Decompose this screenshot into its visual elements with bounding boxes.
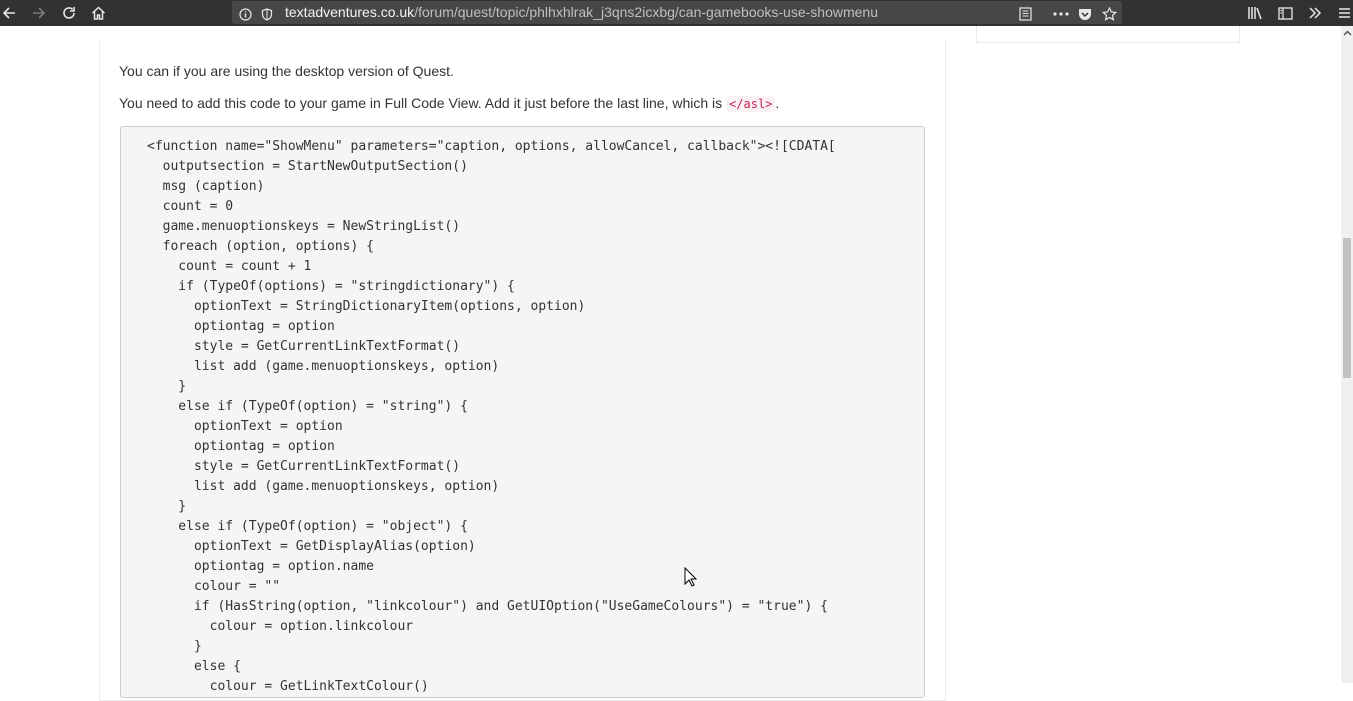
instruction-text: You need to add this code to your game i… [119,95,727,111]
code-line: else { [147,659,241,674]
forward-arrow-icon[interactable] [30,0,48,26]
code-content: <function name="ShowMenu" parameters="ca… [147,137,836,697]
code-line: msg (caption) [147,179,265,194]
code-line: } [147,499,187,514]
code-line: count = 0 [147,199,234,214]
code-line: optionText = option [147,419,343,434]
scrollbar-thumb[interactable] [1343,238,1351,378]
code-block: <function name="ShowMenu" parameters="ca… [120,126,925,698]
code-line: game.menuoptionskeys = NewStringList() [147,219,461,234]
code-line: list add (game.menuoptionskeys, option) [147,479,500,494]
reader-view-icon[interactable] [1017,1,1033,27]
post-paragraph-instructions: You need to add this code to your game i… [119,95,780,112]
code-line: optionText = GetDisplayAlias(option) [147,539,476,554]
code-line: else if (TypeOf(option) = "object") { [147,519,468,534]
code-line: style = GetCurrentLinkTextFormat() [147,339,461,354]
code-line: } [147,379,187,394]
code-line: list add (game.menuoptionskeys, option) [147,359,500,374]
code-line: colour = "" [147,579,281,594]
sidebar-panel [976,26,1240,43]
back-arrow-icon[interactable] [0,0,18,26]
scroll-up-arrow-icon[interactable] [1341,30,1353,42]
code-line: outputsection = StartNewOutputSection() [147,159,468,174]
code-line: optiontag = option.name [147,559,374,574]
code-line: optionText = StringDictionaryItem(option… [147,299,586,314]
more-actions-icon[interactable] [1052,1,1070,27]
home-icon[interactable] [89,0,107,26]
code-line: <function name="ShowMenu" parameters="ca… [147,139,836,154]
inline-code: </asl> [726,96,776,112]
code-line: if (HasString(option, "linkcolour") and … [147,599,828,614]
overflow-chevrons-icon[interactable] [1306,0,1324,26]
browser-toolbar: textadventures.co.uk/forum/quest/topic/p… [0,0,1353,26]
code-line: foreach (option, options) { [147,239,374,254]
bookmark-star-icon[interactable] [1101,1,1117,27]
code-line: } [147,639,202,654]
code-line: optiontag = option [147,439,335,454]
code-line: style = GetCurrentLinkTextFormat() [147,459,461,474]
code-line: colour = option.linkcolour [147,619,414,634]
code-line: optiontag = option [147,319,335,334]
page-scrollbar[interactable] [1341,26,1353,683]
reload-icon[interactable] [60,0,78,26]
code-line: if (TypeOf(options) = "stringdictionary"… [147,279,515,294]
url-text[interactable]: textadventures.co.uk/forum/quest/topic/p… [285,1,878,24]
address-bar[interactable]: textadventures.co.uk/forum/quest/topic/p… [232,1,1122,24]
library-icon[interactable] [1246,0,1264,26]
url-host: textadventures.co.uk [285,4,415,20]
code-line: else if (TypeOf(option) = "string") { [147,399,468,414]
code-line: count = count + 1 [147,259,312,274]
code-line: colour = GetLinkTextColour() [147,679,429,694]
instruction-end: . [775,95,780,111]
mouse-cursor-icon [684,566,698,592]
hamburger-menu-icon[interactable] [1336,0,1353,26]
shield-icon[interactable] [260,1,274,27]
url-path: /forum/quest/topic/phlhxhlrak_j3qns2icxb… [414,4,878,20]
pocket-icon[interactable] [1077,1,1093,27]
info-icon[interactable] [238,1,252,27]
post-paragraph: You can if you are using the desktop ver… [119,63,454,79]
sidebar-icon[interactable] [1276,0,1294,26]
